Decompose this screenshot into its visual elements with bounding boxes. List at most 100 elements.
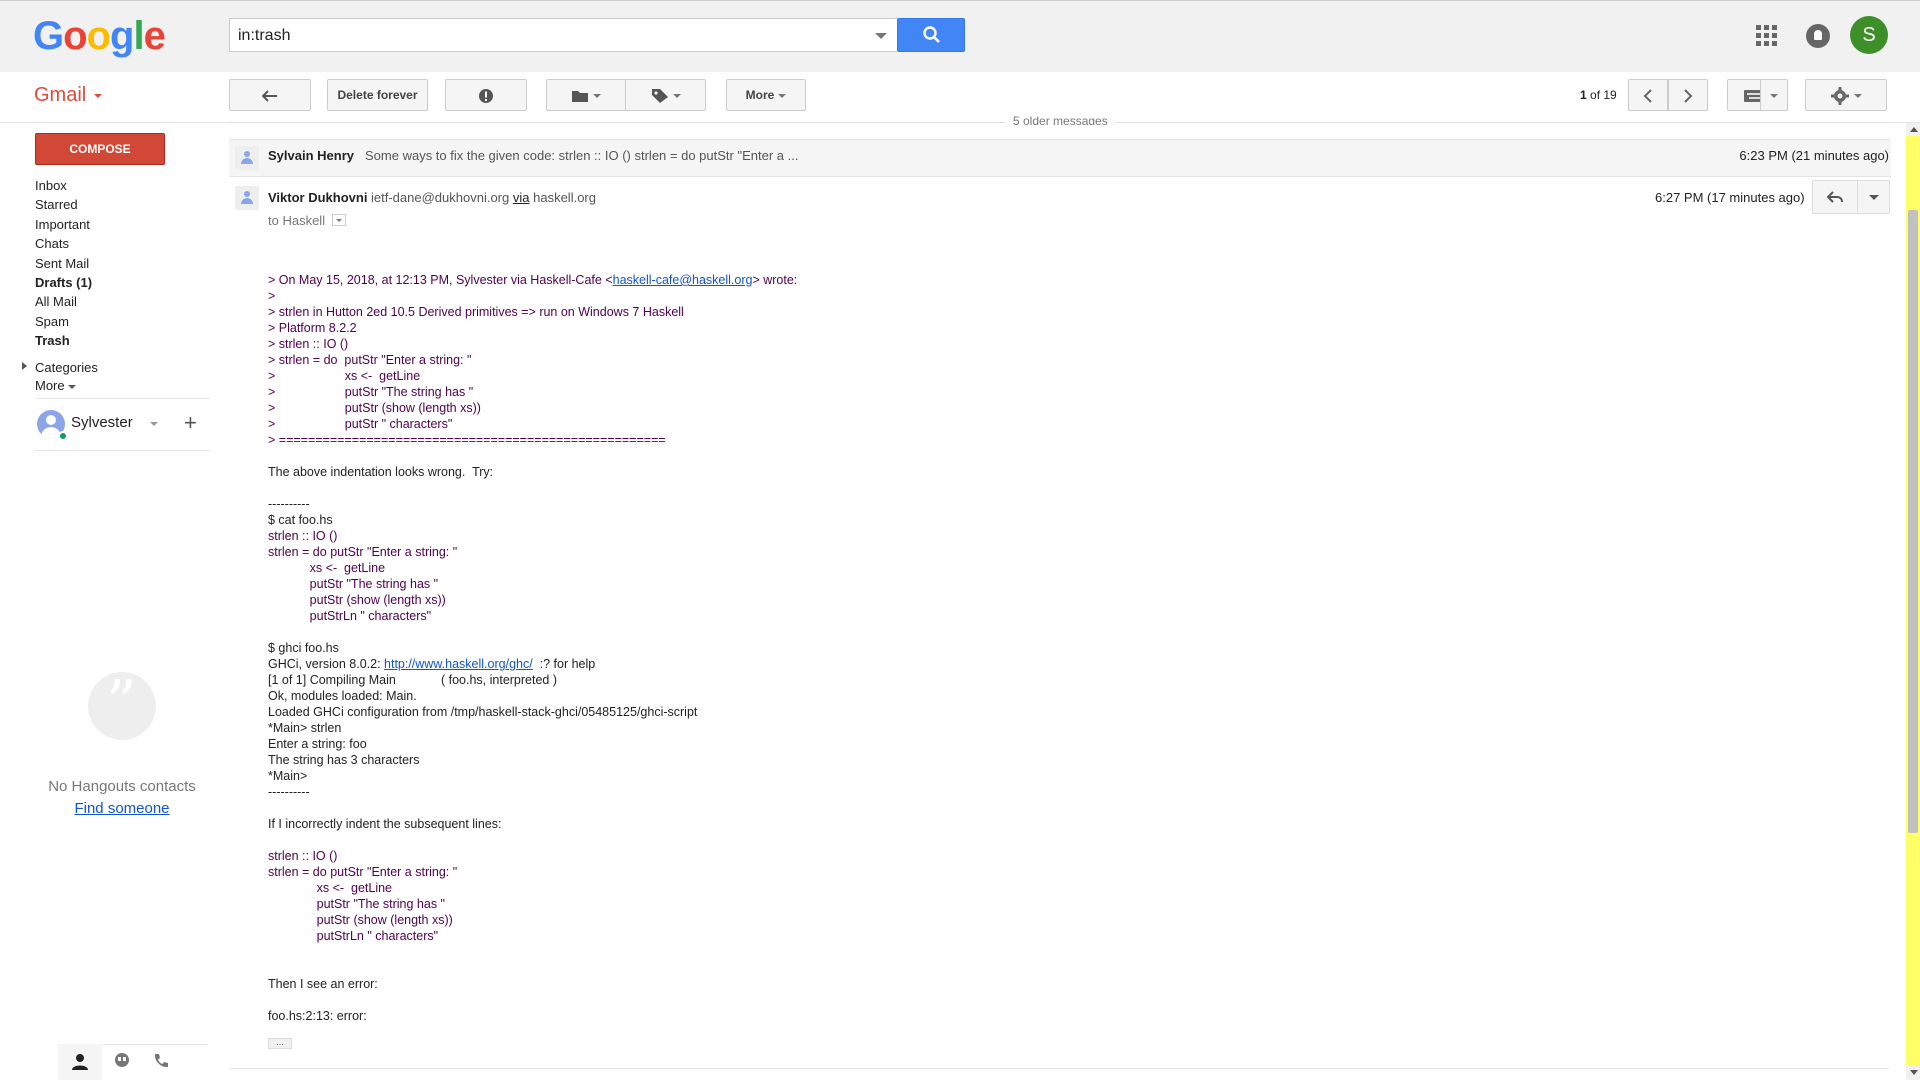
ghci-line: Ok, modules loaded: Main. <box>268 689 417 703</box>
older-button[interactable] <box>1668 79 1708 111</box>
find-someone-link[interactable]: Find someone <box>48 800 196 817</box>
quoted-line: > <box>268 289 276 303</box>
scrollbar-thumb[interactable] <box>1908 210 1918 833</box>
delete-forever-button[interactable]: Delete forever <box>327 79 428 111</box>
show-trimmed-content-button[interactable]: ... <box>268 1038 292 1049</box>
report-spam-icon <box>479 88 493 103</box>
haskell-ghc-link[interactable]: http://www.haskell.org/ghc/ <box>384 657 533 671</box>
body-blank-line <box>268 448 1268 464</box>
report-spam-button[interactable] <box>445 79 527 111</box>
sidebar-divider <box>35 398 210 399</box>
scroll-up-arrow-icon[interactable] <box>1910 127 1918 132</box>
sidebar-item-trash[interactable]: Trash <box>35 333 70 348</box>
labels-button[interactable] <box>625 79 706 111</box>
sidebar-item-more[interactable]: More <box>35 378 76 393</box>
sidebar-item-categories[interactable]: Categories <box>35 360 98 375</box>
more-message-actions-button[interactable] <box>1858 180 1890 214</box>
ghci-version-line: GHCi, version 8.0.2: http://www.haskell.… <box>268 656 1268 672</box>
logo-letter: e <box>143 14 166 58</box>
gmail-menu-label[interactable]: Gmail <box>34 84 103 107</box>
body-paragraph: The above indentation looks wrong. Try: <box>268 465 494 479</box>
search-input[interactable] <box>238 25 858 47</box>
code-line: putStrLn " characters" <box>268 609 432 623</box>
google-logo[interactable]: Google <box>33 14 166 59</box>
labels-caret-icon <box>672 93 681 98</box>
body-paragraph: foo.hs:2:13: error: <box>268 1009 367 1023</box>
move-to-button[interactable] <box>546 79 626 111</box>
sidebar-item-starred[interactable]: Starred <box>35 197 78 212</box>
more-actions-label: More <box>745 88 775 102</box>
apps-grid-icon[interactable] <box>1756 25 1778 47</box>
notifications-bell-icon[interactable] <box>1806 24 1830 48</box>
user-status-caret-icon[interactable] <box>150 422 158 426</box>
quoted-line: > strlen in Hutton 2ed 10.5 Derived prim… <box>268 305 684 319</box>
code-line: strlen = do putStr "Enter a string: " <box>268 865 458 879</box>
body-blank-line <box>268 832 1268 848</box>
account-avatar[interactable]: S <box>1850 16 1888 54</box>
hangouts-tab-icon[interactable] <box>113 1052 131 1075</box>
ghci-line: $ ghci foo.hs <box>268 641 339 655</box>
search-button[interactable] <box>897 18 965 52</box>
code-line: strlen = do putStr "Enter a string: " <box>268 545 458 559</box>
chevron-right-icon <box>1684 89 1693 103</box>
reply-button[interactable] <box>1812 180 1858 214</box>
ghci-line: The string has 3 characters <box>268 753 420 767</box>
add-contact-icon[interactable]: + <box>184 410 197 436</box>
sidebar-item-drafts[interactable]: Drafts (1) <box>35 275 92 290</box>
search-options-dropdown-icon[interactable] <box>875 33 887 39</box>
settings-button[interactable] <box>1805 79 1887 111</box>
back-to-trash-button[interactable] <box>229 79 311 111</box>
body-paragraph: If I incorrectly indent the subsequent l… <box>268 817 502 831</box>
code-line: ---------- <box>268 497 310 511</box>
sidebar-item-important[interactable]: Important <box>35 217 90 232</box>
search-icon <box>923 26 940 43</box>
sidebar-item-chats[interactable]: Chats <box>35 236 69 251</box>
body-blank-line <box>268 624 1268 640</box>
sidebar-divider-2 <box>35 450 210 451</box>
reply-area-divider <box>229 1068 1889 1069</box>
code-line: strlen :: IO () <box>268 849 338 863</box>
show-details-icon[interactable] <box>332 214 346 226</box>
message-sender[interactable]: Viktor Dukhovni <box>268 190 367 205</box>
chevron-left-icon <box>1643 89 1652 103</box>
compose-button[interactable]: COMPOSE <box>35 133 165 165</box>
sidebar-item-spam[interactable]: Spam <box>35 314 69 329</box>
gear-icon <box>1831 86 1849 105</box>
message-sender[interactable]: Sylvain Henry <box>268 148 354 163</box>
newer-button[interactable] <box>1628 79 1668 111</box>
logo-letter: l <box>133 14 144 58</box>
body-blank-line <box>268 960 1268 976</box>
via-link[interactable]: via <box>513 190 530 205</box>
message-snippet[interactable]: Some ways to fix the given code: strlen … <box>365 148 798 163</box>
sender-email-address: ietf-dane@dukhovni.org <box>371 190 510 205</box>
older-messages-toggle[interactable]: 5 older messages <box>1005 115 1116 125</box>
code-line: strlen :: IO () <box>268 529 338 543</box>
body-blank-line <box>268 944 1268 960</box>
sidebar-item-inbox[interactable]: Inbox <box>35 178 67 193</box>
phone-icon[interactable] <box>152 1052 170 1075</box>
body-blank-line <box>268 992 1268 1008</box>
ghci-line: Enter a string: foo <box>268 737 367 751</box>
message-time: 6:23 PM (21 minutes ago) <box>1739 148 1889 163</box>
more-actions-button[interactable]: More <box>726 79 806 111</box>
message-time: 6:27 PM (17 minutes ago) <box>1655 190 1805 205</box>
quoted-line: > strlen = do putStr "Enter a string: " <box>268 353 472 367</box>
contacts-tab[interactable] <box>58 1044 102 1080</box>
categories-expand-icon[interactable] <box>22 362 27 370</box>
scroll-down-arrow-icon[interactable] <box>1910 1070 1918 1075</box>
code-line: putStr (show (length xs)) <box>268 593 446 607</box>
hangouts-quote-icon <box>88 668 156 740</box>
quote-intro: > On May 15, 2018, at 12:13 PM, Sylveste… <box>268 272 1268 288</box>
sidebar-item-sent-mail[interactable]: Sent Mail <box>35 256 89 271</box>
ghci-line: ---------- <box>268 785 310 799</box>
mailto-link[interactable]: haskell-cafe@haskell.org <box>613 273 753 287</box>
body-blank-line <box>268 480 1268 496</box>
logo-letter: g <box>110 14 134 58</box>
ghci-help-hint: :? for help <box>532 657 596 671</box>
hangouts-user-name[interactable]: Sylvester <box>71 414 133 431</box>
input-tools-dropdown[interactable] <box>1760 79 1788 111</box>
online-status-icon <box>58 431 68 441</box>
sidebar-item-all-mail[interactable]: All Mail <box>35 294 77 309</box>
quoted-line: > strlen :: IO () <box>268 337 349 351</box>
quoted-line: > putStr " characters" <box>268 417 453 431</box>
